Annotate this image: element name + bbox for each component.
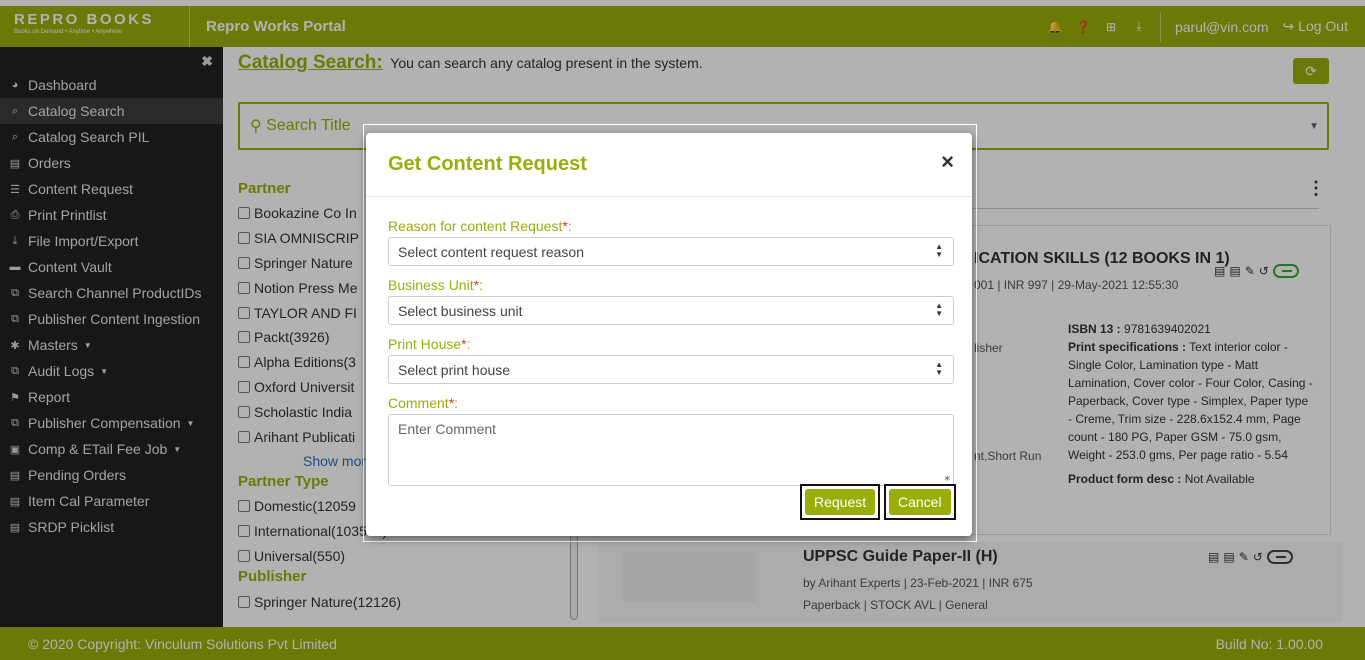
textarea-placeholder: Enter Comment <box>398 421 497 437</box>
modal-actions: Request Cancel <box>800 484 956 520</box>
modal-title: Get Content Request <box>388 153 587 175</box>
label-suffix: : <box>479 277 483 293</box>
field-label-text: Print House <box>388 336 462 352</box>
content-request-modal: Get Content Request × Reason for content… <box>366 133 972 536</box>
cancel-button-frame: Cancel <box>884 484 956 520</box>
field-label-text: Comment <box>388 395 449 411</box>
reason-select[interactable]: Select content request reason ▲ ▼ <box>388 237 954 266</box>
close-icon[interactable]: × <box>941 149 954 175</box>
select-arrows-icon: ▲ ▼ <box>935 301 943 318</box>
field-label-text: Business Unit <box>388 277 474 293</box>
modal-body: Reason for content Request *: Select cont… <box>388 217 954 486</box>
business-unit-label: Business Unit *: <box>388 276 954 294</box>
select-value: Select business unit <box>398 302 523 319</box>
select-value: Select content request reason <box>398 243 585 260</box>
label-suffix: : <box>567 218 572 234</box>
request-button-frame: Request <box>800 484 880 520</box>
label-suffix: : <box>454 395 459 411</box>
business-unit-select[interactable]: Select business unit ▲ ▼ <box>388 296 954 325</box>
print-house-label: Print House *: <box>388 335 954 353</box>
cancel-button[interactable]: Cancel <box>889 489 951 515</box>
reason-label: Reason for content Request *: <box>388 217 954 235</box>
comment-textarea[interactable]: Enter Comment ∗ <box>388 414 954 486</box>
select-arrows-icon: ▲ ▼ <box>935 242 943 259</box>
select-arrows-icon: ▲ ▼ <box>935 360 943 377</box>
resize-handle-icon[interactable]: ∗ <box>943 473 951 484</box>
print-house-select[interactable]: Select print house ▲ ▼ <box>388 355 954 384</box>
modal-header: Get Content Request × <box>366 133 972 197</box>
comment-label: Comment *: <box>388 394 954 412</box>
app-root: REPRO BOOKS Books on Demand • Anytime • … <box>0 0 1365 660</box>
field-label-text: Reason for content Request <box>388 218 563 234</box>
request-button[interactable]: Request <box>805 489 875 515</box>
label-suffix: : <box>466 336 471 352</box>
select-value: Select print house <box>398 361 511 378</box>
